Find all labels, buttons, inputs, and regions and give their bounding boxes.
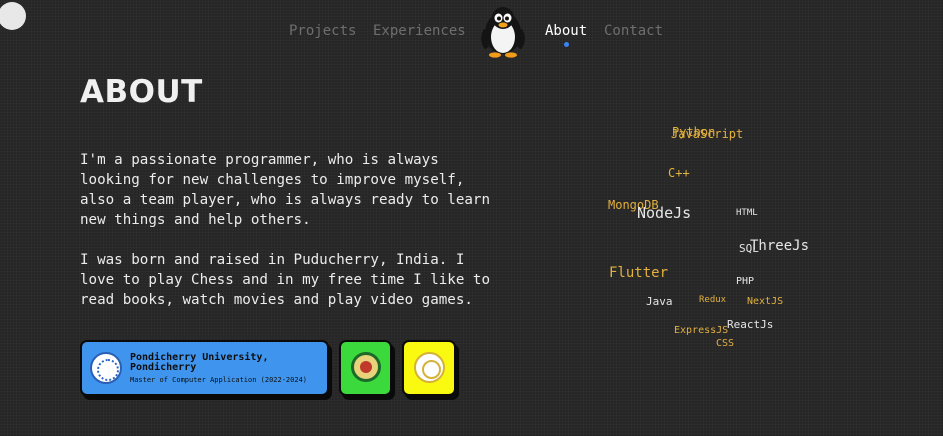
skill-tag: ReactJs <box>727 318 774 331</box>
skill-tag: Flutter <box>609 265 669 281</box>
bio-line: love to play Chess and in my free time I… <box>80 272 490 288</box>
nav-experiences[interactable]: Experiences <box>373 23 466 39</box>
skill-tag: PHP <box>736 276 755 287</box>
university-name: Pondicherry University, Pondicherry <box>130 352 269 373</box>
nav-contact[interactable]: Contact <box>604 23 663 39</box>
bio-paragraph: I was born and raised in Puducherry, Ind… <box>80 250 490 310</box>
nav-about-label: About <box>545 23 588 39</box>
skill-tag: CSS <box>716 338 735 349</box>
bio-line: I was born and raised in Puducherry, Ind… <box>80 252 465 268</box>
skill-tag: NextJS <box>747 296 784 307</box>
college-emblem-icon <box>414 352 445 383</box>
penguin-logo-icon[interactable] <box>479 4 527 58</box>
school-card-green[interactable] <box>339 340 392 396</box>
school-emblem-icon <box>351 352 381 382</box>
skill-tag: JavaScript <box>671 127 744 141</box>
skill-tag: ExpressJS <box>674 325 729 336</box>
education-card[interactable]: Pondicherry University, Pondicherry Mast… <box>80 340 329 396</box>
degree-text: Master of Computer Application (2022-202… <box>130 376 308 384</box>
intro-line: also a team player, who is always ready … <box>80 192 490 208</box>
nav-about[interactable]: About <box>545 23 588 47</box>
school-card-yellow[interactable] <box>402 340 456 396</box>
intro-paragraph: I'm a passionate programmer, who is alwa… <box>80 150 490 230</box>
nav-projects[interactable]: Projects <box>289 23 356 39</box>
page-title: ABOUT <box>80 74 203 110</box>
top-nav: Projects Experiences About Contact <box>0 0 943 62</box>
skill-tag: HTML <box>736 208 758 218</box>
skill-tag: Java <box>646 295 673 308</box>
active-indicator <box>564 42 570 47</box>
intro-line: I'm a passionate programmer, who is alwa… <box>80 152 439 168</box>
intro-line: looking for new challenges to improve my… <box>80 172 465 188</box>
skill-tag: Redux <box>699 295 727 305</box>
bio-line: read books, watch movies and play video … <box>80 292 473 308</box>
university-logo-icon <box>90 352 122 384</box>
skill-tag: NodeJs <box>637 204 692 222</box>
skill-tag: ThreeJs <box>750 238 810 254</box>
skill-tag: C++ <box>668 166 690 180</box>
intro-line: new things and help others. <box>80 212 311 228</box>
